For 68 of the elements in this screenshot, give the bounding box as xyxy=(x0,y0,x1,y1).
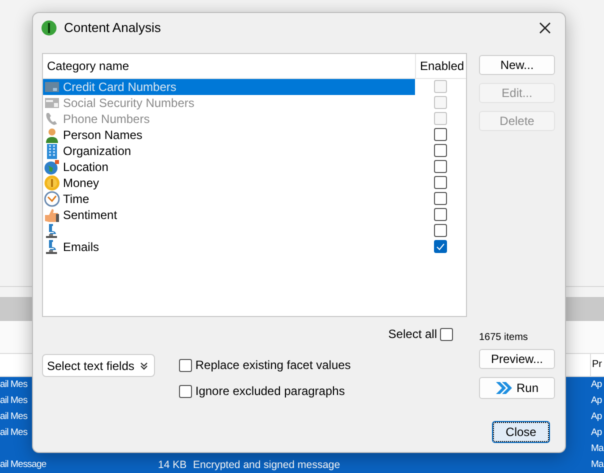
column-header: Category name xyxy=(46,58,130,75)
category-name: Phone Numbers xyxy=(63,111,150,128)
checkbox-label: Select all xyxy=(388,326,437,343)
list-row[interactable]: Organization xyxy=(43,143,415,159)
checkbox[interactable] xyxy=(434,240,447,253)
thumbs-up-icon xyxy=(44,207,60,223)
category-name: Credit Card Numbers xyxy=(63,79,176,96)
list-row[interactable]: Emails xyxy=(43,239,415,255)
category-name: Sentiment xyxy=(63,207,118,224)
window-title: Content Analysis xyxy=(64,19,161,38)
close-icon[interactable] xyxy=(537,20,553,36)
table-cell-text: ail Mes xyxy=(0,394,28,408)
person-icon xyxy=(44,127,60,143)
checkbox[interactable] xyxy=(434,176,447,189)
category-name: Time xyxy=(63,191,90,208)
checkbox-label: Ignore excluded paragraphs xyxy=(195,383,345,400)
category-name: Social Security Numbers xyxy=(63,95,194,112)
coin-icon xyxy=(44,175,60,191)
table-cell-text: ail Mes xyxy=(0,378,28,392)
list-row[interactable]: Sentiment xyxy=(43,207,415,223)
table-cell-text: Ap xyxy=(591,378,603,392)
category-name: Emails xyxy=(63,239,100,256)
list-row[interactable]: Time xyxy=(43,191,415,207)
phone-icon xyxy=(44,111,60,127)
run-button[interactable]: Run xyxy=(479,377,555,399)
table-cell-text: Ap xyxy=(591,426,603,440)
id-card-icon xyxy=(44,95,60,111)
microscope-icon xyxy=(44,239,60,255)
item-count: 1675 items xyxy=(479,331,529,345)
list-row[interactable]: Person Names xyxy=(43,127,415,143)
checkbox[interactable] xyxy=(179,384,192,398)
table-cell-text: ail Message xyxy=(0,458,48,472)
table-cell-text: 14 KB xyxy=(158,458,188,473)
checkbox[interactable] xyxy=(434,144,447,157)
double-chevron-icon xyxy=(495,380,514,396)
checkbox[interactable] xyxy=(434,128,447,141)
category-name: Person Names xyxy=(63,127,142,144)
list-row[interactable]: Money xyxy=(43,175,415,191)
checkbox[interactable] xyxy=(434,160,447,173)
checkbox[interactable] xyxy=(179,358,192,372)
building-icon xyxy=(44,143,60,159)
column-header: Pr xyxy=(590,354,604,376)
preview-button[interactable]: Preview... xyxy=(479,349,555,369)
table-cell-text: Encrypted and signed message xyxy=(193,458,342,473)
table-cell-text: Ap xyxy=(591,410,603,424)
chevron-down-icon xyxy=(140,362,148,370)
checkbox[interactable] xyxy=(434,192,447,205)
table-cell-text: Ma xyxy=(591,458,604,472)
close-button[interactable]: Close xyxy=(493,422,549,442)
checkbox[interactable] xyxy=(434,208,447,221)
table-cell-text: ail Mes xyxy=(0,426,28,440)
category-name: Location xyxy=(63,159,108,176)
checkbox-label: Replace existing facet values xyxy=(195,357,351,374)
app-icon xyxy=(41,20,57,36)
microscope-icon xyxy=(44,223,60,239)
dialog-button[interactable]: New... xyxy=(479,55,555,75)
table-cell-text: Ap xyxy=(591,394,603,408)
list-row[interactable]: Location xyxy=(43,159,415,175)
checkbox[interactable] xyxy=(434,224,447,237)
dropdown-button[interactable]: Select text fields xyxy=(42,354,156,377)
category-name: Money xyxy=(63,175,100,192)
card-icon xyxy=(44,79,60,95)
checkbox[interactable] xyxy=(440,328,453,340)
table-cell-text: Ma xyxy=(591,442,604,456)
category-name: Organization xyxy=(63,143,132,160)
column-header: Enabled xyxy=(415,54,466,79)
table-cell-text: ail Mes xyxy=(0,410,28,424)
globe-icon xyxy=(44,159,60,175)
